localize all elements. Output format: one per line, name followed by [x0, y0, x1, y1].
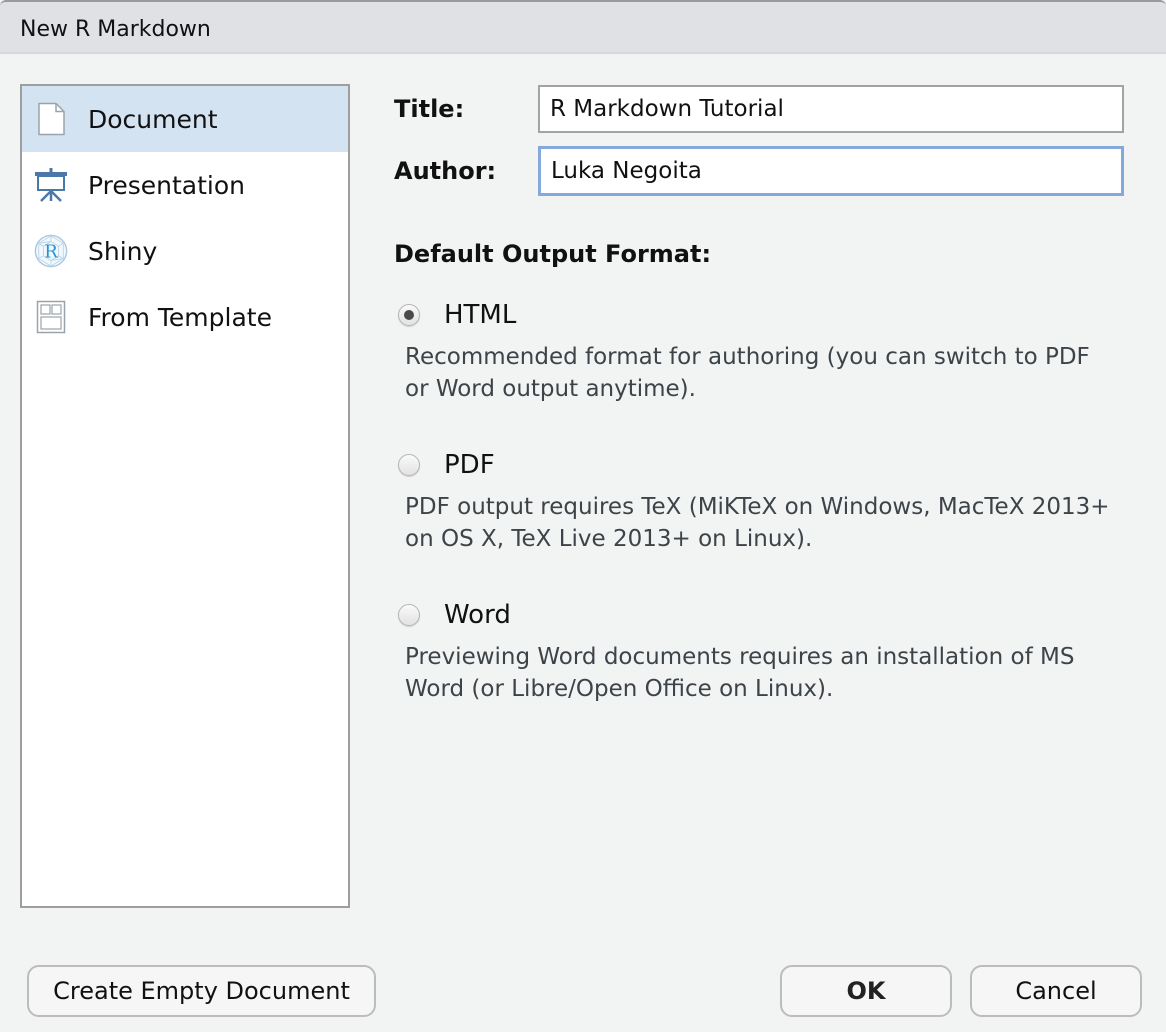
- sidebar-item-label: Presentation: [88, 170, 246, 200]
- sidebar-item-label: Document: [88, 104, 218, 134]
- word-radio-label[interactable]: Word: [444, 600, 511, 630]
- document-icon: [34, 102, 68, 136]
- create-empty-document-button[interactable]: Create Empty Document: [27, 965, 376, 1017]
- svg-text:R: R: [44, 242, 58, 263]
- sidebar-item-label: From Template: [88, 302, 272, 332]
- format-option-word: Word Previewing Word documents requires …: [398, 597, 1118, 705]
- ok-button[interactable]: OK: [780, 965, 952, 1017]
- author-input[interactable]: [538, 146, 1124, 196]
- sidebar-item-document[interactable]: Document: [22, 86, 348, 152]
- format-option-pdf: PDF PDF output requires TeX (MiKTeX on W…: [398, 447, 1118, 555]
- shiny-icon: R: [34, 234, 68, 268]
- format-option-html: HTML Recommended format for authoring (y…: [398, 297, 1118, 405]
- html-radio[interactable]: [398, 304, 420, 326]
- window-title: New R Markdown: [20, 17, 211, 42]
- sidebar-item-from-template[interactable]: From Template: [22, 284, 348, 350]
- author-label: Author:: [394, 157, 497, 185]
- output-format-heading: Default Output Format:: [394, 240, 712, 268]
- pdf-description: PDF output requires TeX (MiKTeX on Windo…: [405, 494, 1110, 552]
- sidebar-item-presentation[interactable]: Presentation: [22, 152, 348, 218]
- template-icon: [34, 300, 68, 334]
- presentation-icon: [34, 168, 68, 202]
- author-row: Author:: [394, 146, 1124, 196]
- document-type-list: Document Presentation R Shiny From Templ…: [20, 84, 350, 908]
- pdf-radio[interactable]: [398, 454, 420, 476]
- html-radio-label[interactable]: HTML: [444, 300, 516, 330]
- pdf-radio-label[interactable]: PDF: [444, 450, 495, 480]
- pdf-radio-row[interactable]: PDF: [398, 447, 1118, 483]
- title-bar: New R Markdown: [0, 0, 1166, 54]
- html-description: Recommended format for authoring (you ca…: [405, 344, 1090, 402]
- title-label: Title:: [394, 95, 465, 123]
- title-row: Title:: [394, 85, 1124, 133]
- word-radio[interactable]: [398, 604, 420, 626]
- cancel-button[interactable]: Cancel: [970, 965, 1142, 1017]
- title-input[interactable]: [538, 85, 1124, 133]
- word-radio-row[interactable]: Word: [398, 597, 1118, 633]
- word-description: Previewing Word documents requires an in…: [405, 644, 1075, 702]
- sidebar-item-shiny[interactable]: R Shiny: [22, 218, 348, 284]
- sidebar-item-label: Shiny: [88, 236, 158, 266]
- html-radio-row[interactable]: HTML: [398, 297, 1118, 333]
